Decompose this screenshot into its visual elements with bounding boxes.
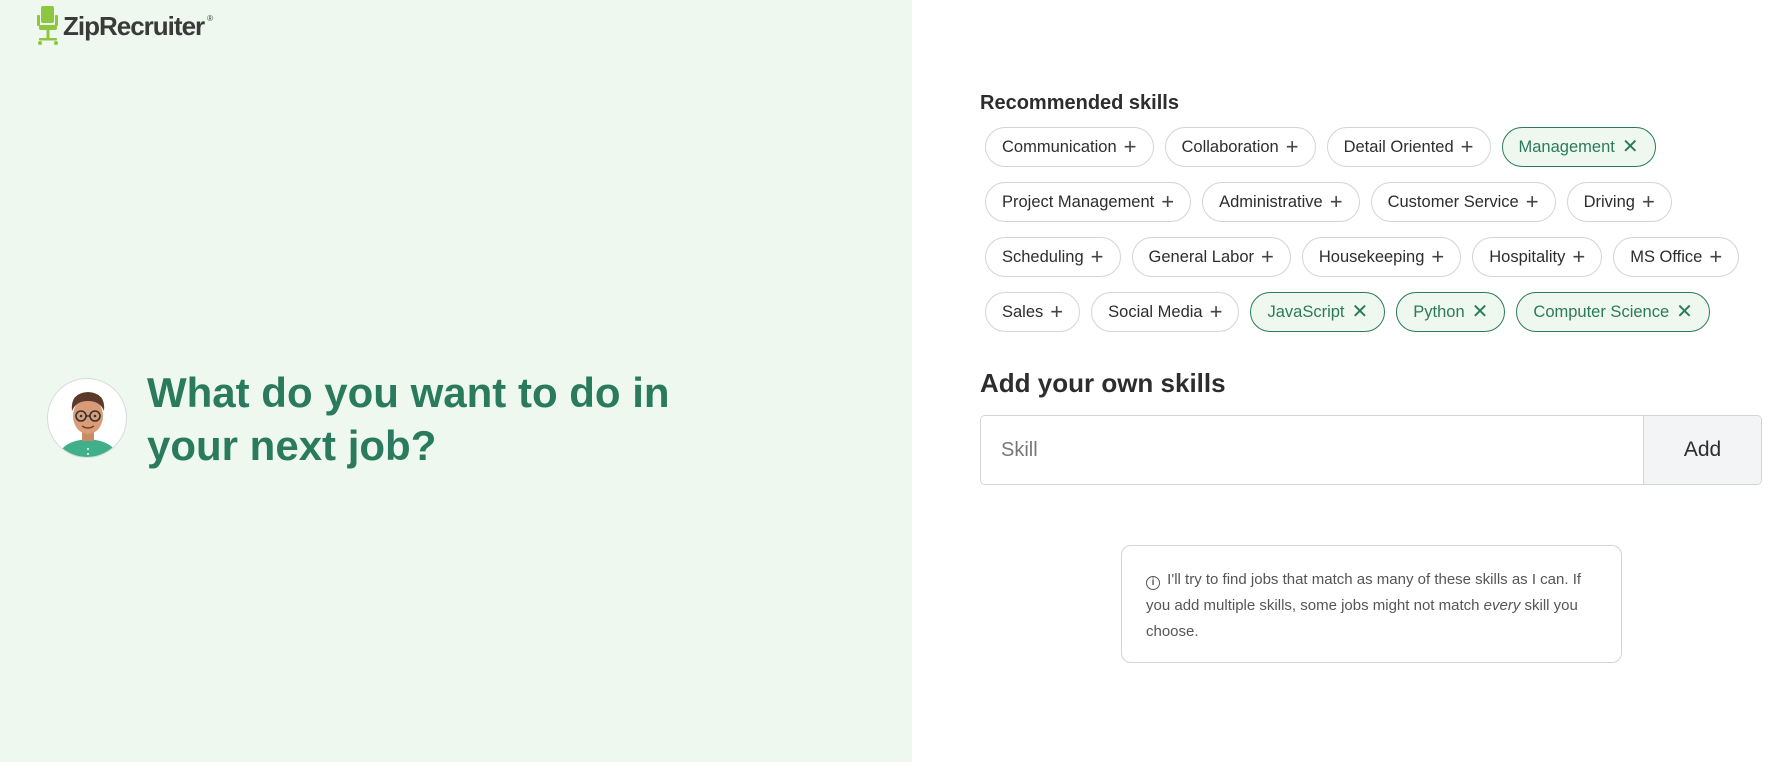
skill-chip-hospitality[interactable]: Hospitality + xyxy=(1472,237,1603,277)
logo-registered-mark: ® xyxy=(207,13,214,23)
skill-chip-detail-oriented[interactable]: Detail Oriented + xyxy=(1326,127,1491,167)
skill-chip-collaboration[interactable]: Collaboration + xyxy=(1164,127,1316,167)
skill-chip-javascript[interactable]: JavaScript ✕ xyxy=(1250,292,1386,332)
skill-chip-label: Management xyxy=(1518,137,1615,156)
close-icon: ✕ xyxy=(1676,301,1693,323)
skill-chip-label: Housekeeping xyxy=(1318,247,1425,266)
skill-chip-computer-science[interactable]: Computer Science ✕ xyxy=(1516,292,1710,332)
skill-chip-driving[interactable]: Driving + xyxy=(1566,182,1672,222)
plus-icon: + xyxy=(1050,299,1064,324)
skill-chip-label: Customer Service xyxy=(1387,192,1519,211)
skill-chip-label: Project Management xyxy=(1002,192,1155,211)
skill-chip-communication[interactable]: Communication + xyxy=(985,127,1154,167)
plus-icon: + xyxy=(1641,189,1655,214)
plus-icon: + xyxy=(1090,244,1104,269)
plus-icon: + xyxy=(1261,244,1274,269)
plus-icon: + xyxy=(1209,299,1223,324)
info-icon: i xyxy=(1146,576,1160,590)
plus-icon: + xyxy=(1161,189,1175,214)
ziprecruiter-logo[interactable]: ZipRecruiter ® xyxy=(36,6,213,46)
skill-chip-label: Administrative xyxy=(1219,192,1323,211)
plus-icon: + xyxy=(1709,244,1723,269)
plus-icon: + xyxy=(1329,189,1343,214)
skill-chip-management[interactable]: Management ✕ xyxy=(1501,127,1656,167)
info-note: i I'll try to find jobs that match as ma… xyxy=(1121,545,1622,663)
skill-chip-customer-service[interactable]: Customer Service + xyxy=(1370,182,1556,222)
skill-chip-python[interactable]: Python ✕ xyxy=(1396,292,1506,332)
skill-chip-scheduling[interactable]: Scheduling + xyxy=(985,237,1121,277)
skill-chip-project-management[interactable]: Project Management + xyxy=(985,182,1192,222)
skill-chip-label: Collaboration xyxy=(1181,137,1279,156)
plus-icon: + xyxy=(1460,134,1474,159)
skill-chip-label: JavaScript xyxy=(1267,302,1345,321)
plus-icon: + xyxy=(1431,244,1445,269)
add-skill-button[interactable]: Add xyxy=(1643,416,1761,484)
info-text-emphasis: every xyxy=(1483,597,1521,614)
plus-icon: + xyxy=(1572,244,1586,269)
skill-chip-label: Communication xyxy=(1002,137,1117,156)
skill-input-group: Add xyxy=(980,415,1762,485)
skill-input[interactable] xyxy=(981,416,1643,484)
page-headline: What do you want to do in your next job? xyxy=(147,369,670,469)
skill-chip-label: General Labor xyxy=(1148,247,1255,266)
skill-chip-ms-office[interactable]: MS Office + xyxy=(1613,237,1740,277)
plus-icon: + xyxy=(1525,189,1539,214)
right-panel: Recommended skills Communication + Collabo… xyxy=(912,0,1791,762)
close-icon: ✕ xyxy=(1351,301,1369,323)
skill-chip-sales[interactable]: Sales + xyxy=(985,292,1081,332)
skill-chip-label: Detail Oriented xyxy=(1343,137,1454,156)
add-own-skills-title: Add your own skills xyxy=(980,368,1226,398)
plus-icon: + xyxy=(1123,134,1137,159)
left-panel: ZipRecruiter ® What do you want to do in … xyxy=(0,0,912,762)
chair-logo-icon xyxy=(37,6,58,45)
recommended-skills-list: Communication + Collaboration + Detail Orien… xyxy=(985,127,1791,332)
skill-chip-housekeeping[interactable]: Housekeeping + xyxy=(1301,237,1462,277)
skill-chip-label: Scheduling xyxy=(1002,247,1084,266)
plus-icon: + xyxy=(1285,134,1299,159)
skill-chip-label: Social Media xyxy=(1108,302,1203,321)
skill-chip-label: Computer Science xyxy=(1533,302,1670,321)
skill-chip-label: Driving xyxy=(1583,192,1635,211)
assistant-avatar-icon xyxy=(47,378,127,458)
close-icon: ✕ xyxy=(1621,136,1639,158)
skill-chip-label: Sales xyxy=(1002,302,1044,321)
close-icon: ✕ xyxy=(1471,301,1489,323)
skill-chip-label: MS Office xyxy=(1630,247,1703,266)
skill-chip-administrative[interactable]: Administrative + xyxy=(1202,182,1360,222)
skill-chip-label: Hospitality xyxy=(1489,247,1566,266)
recommended-skills-title: Recommended skills xyxy=(980,92,1179,114)
skill-chip-label: Python xyxy=(1413,302,1465,321)
skill-chip-social-media[interactable]: Social Media + xyxy=(1091,292,1240,332)
skill-chip-general-labor[interactable]: General Labor + xyxy=(1131,237,1291,277)
logo-text: ZipRecruiter xyxy=(63,10,205,41)
